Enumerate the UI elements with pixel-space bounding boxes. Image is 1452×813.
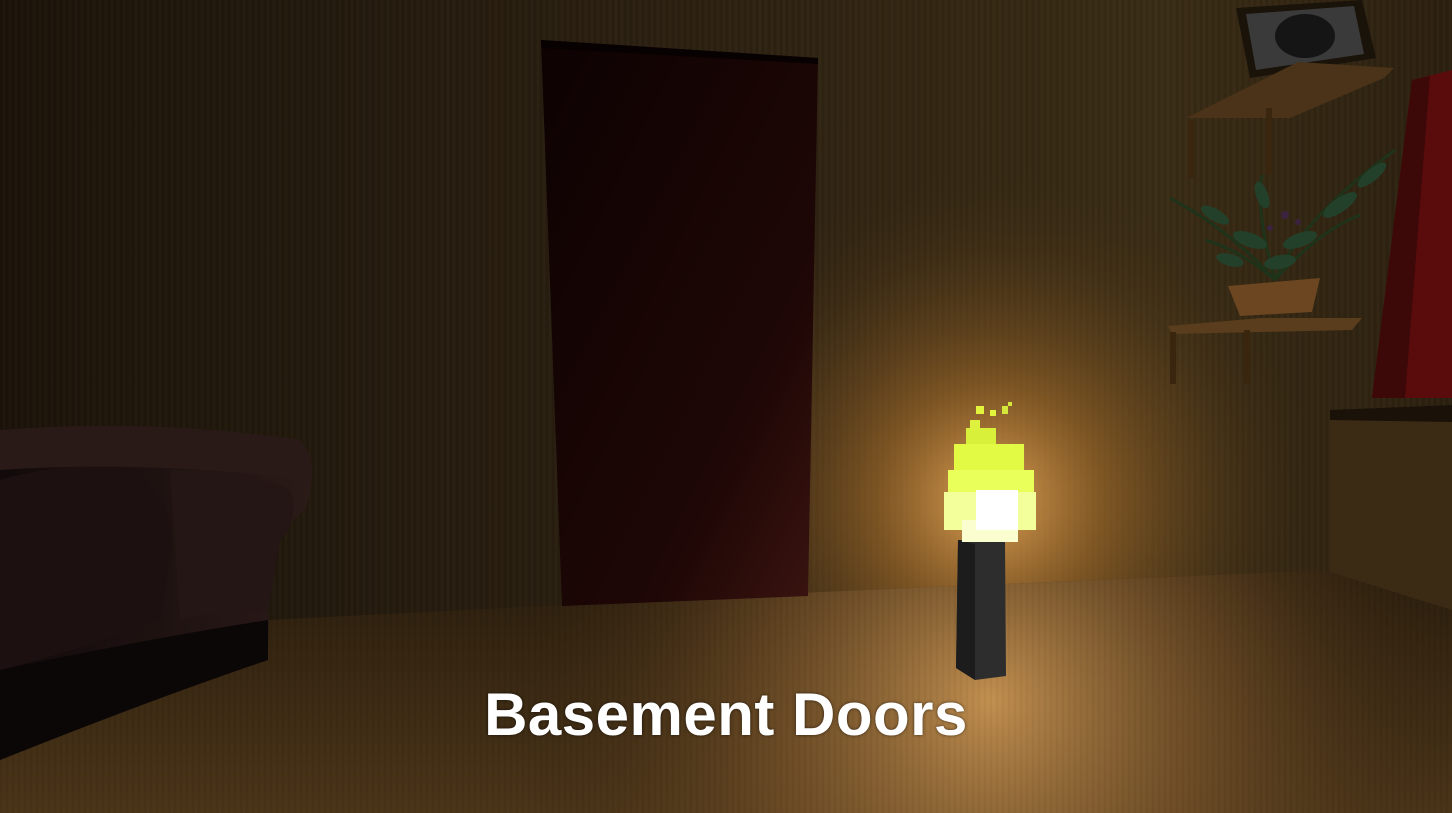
basement-door[interactable] xyxy=(541,40,818,606)
hud-subtitle: Basement Doors xyxy=(484,681,968,748)
